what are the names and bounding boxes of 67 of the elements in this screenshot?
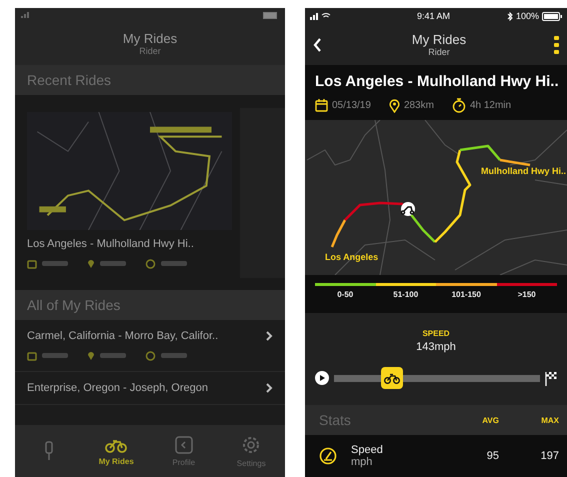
play-icon[interactable]	[315, 371, 329, 385]
profile-card-icon	[174, 436, 193, 454]
ride-row[interactable]: Carmel, California - Morro Bay, Califor..	[15, 320, 285, 372]
map-label: Mulholland Hwy Hi..	[481, 166, 566, 176]
stat-average: 95	[486, 450, 499, 462]
location-pin-icon	[87, 350, 95, 361]
stopwatch-icon	[145, 350, 156, 361]
section-title: Recent Rides	[27, 72, 112, 88]
speed-label: SPEED	[422, 329, 450, 338]
calendar-icon	[27, 350, 37, 360]
blurred-text	[100, 353, 126, 358]
ride-row[interactable]: Enterprise, Oregon - Joseph, Oregon	[15, 372, 285, 405]
battery-percentage: 100%	[516, 11, 539, 21]
chevron-right-icon	[266, 331, 273, 341]
speed-legend-label: >150	[516, 290, 537, 299]
motorcycle-marker-icon	[400, 202, 415, 216]
screen-subtitle: Rider	[139, 46, 161, 56]
ride-duration: 4h 12min	[470, 100, 512, 111]
screen-subtitle: Rider	[428, 47, 450, 57]
bluetooth-icon	[506, 12, 513, 20]
column-header: AVG	[481, 416, 499, 424]
blurred-text	[161, 353, 187, 358]
calendar-icon	[27, 258, 37, 268]
section-title: All of My Rides	[27, 297, 120, 313]
ride-title: Los Angeles - Mulholland Hwy Hi..	[315, 73, 557, 90]
section-title: Stats	[319, 412, 352, 428]
signal-icon	[310, 12, 332, 20]
checkered-flag-icon	[545, 370, 557, 386]
stat-maximum: 197	[540, 450, 559, 462]
slider-thumb[interactable]	[380, 367, 403, 389]
speedometer-icon	[319, 447, 337, 465]
battery-icon	[263, 12, 279, 18]
blurred-text	[42, 353, 68, 358]
more-options-icon[interactable]	[554, 36, 559, 54]
speed-legend-label: 51-100	[392, 290, 420, 299]
screen-title: My Rides	[412, 32, 466, 47]
blurred-text	[42, 261, 68, 266]
ride-date: 05/13/19	[332, 100, 371, 111]
ride-title: Los Angeles - Mulholland Hwy Hi..	[27, 238, 195, 250]
settings-icon	[241, 434, 262, 454]
stat-unit: mph	[351, 456, 374, 468]
status-time: 9:41 AM	[416, 11, 450, 21]
stopwatch-icon	[452, 98, 466, 113]
speed-legend-label: 101-150	[450, 290, 482, 299]
speed-value: 143mph	[416, 341, 456, 353]
blurred-text	[100, 261, 126, 266]
location-pin-icon	[87, 258, 95, 269]
speed-legend-label: 0-50	[336, 290, 354, 299]
screen-title: My Rides	[122, 31, 178, 46]
map-thumbnail[interactable]	[27, 112, 232, 230]
battery-icon	[542, 12, 562, 20]
ride-distance: 283km	[404, 100, 434, 111]
back-button[interactable]	[311, 36, 324, 54]
location-pin-icon	[388, 98, 400, 112]
ride-title: Carmel, California - Morro Bay, Califor..	[27, 330, 218, 342]
column-header: MAX	[540, 416, 559, 424]
spark-plug-icon	[42, 441, 55, 461]
ride-title: Enterprise, Oregon - Joseph, Oregon	[27, 382, 208, 394]
route-map[interactable]: Mulholland Hwy Hi.. Los Angeles	[305, 120, 567, 275]
chevron-right-icon	[266, 383, 273, 393]
tab[interactable]: My Rides	[82, 425, 150, 477]
stopwatch-icon	[145, 258, 156, 269]
calendar-icon	[315, 99, 328, 112]
blurred-text	[161, 261, 187, 266]
map-label: Los Angeles	[325, 252, 378, 262]
motorcycle-icon	[384, 372, 400, 384]
stat-name: Speed	[351, 444, 384, 456]
